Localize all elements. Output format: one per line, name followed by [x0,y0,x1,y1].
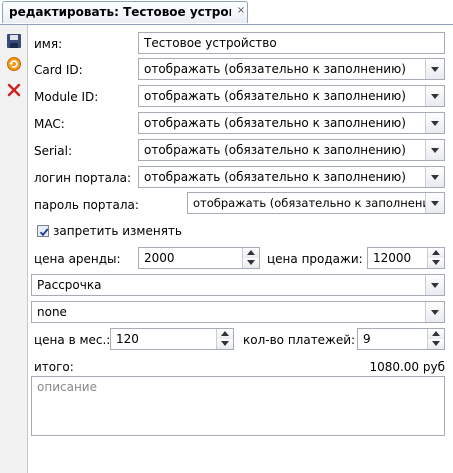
portal-password-label: пароль портала: [34,198,139,212]
chevron-down-icon[interactable] [425,275,444,295]
save-icon[interactable] [6,33,22,49]
chevron-down-icon[interactable] [425,59,444,79]
description-textarea[interactable]: описание [31,376,445,436]
rent-price-value: 2000 [144,251,175,265]
total-value: 1080.00 руб [369,360,445,374]
spin-down-icon[interactable] [242,258,259,268]
device-form: имя: Тестовое устройство Card ID: отобра… [28,25,453,473]
chevron-down-icon[interactable] [425,86,444,106]
chevron-down-icon[interactable] [425,113,444,133]
forbid-edit-label: запретить изменять [53,224,182,238]
monthly-price-label: цена в мес.: [34,333,111,347]
side-toolbar [0,25,28,473]
total-label: итого: [34,360,74,374]
tab-edit-device[interactable]: редактировать: Тестовое устройство × [2,1,248,23]
close-icon[interactable]: × [236,6,246,16]
module-id-select[interactable]: отображать (обязательно к заполнению) [138,85,445,107]
forbid-edit-checkbox[interactable] [37,225,49,237]
spin-down-icon[interactable] [427,339,444,349]
payment-type-value: Рассрочка [37,278,102,292]
rent-price-input[interactable]: 2000 [138,247,260,269]
serial-select[interactable]: отображать (обязательно к заполнению) [138,139,445,161]
monthly-price-input[interactable]: 120 [110,328,234,350]
sale-price-label: цена продажи: [267,252,363,266]
module-id-value: отображать (обязательно к заполнению) [144,89,406,103]
extra-select[interactable]: none [31,301,445,323]
portal-login-value: отображать (обязательно к заполнению) [144,170,406,184]
spin-down-icon[interactable] [427,258,444,268]
serial-label: Serial: [34,144,72,158]
payment-type-select[interactable]: Рассрочка [31,274,445,296]
monthly-price-value: 120 [116,332,139,346]
payments-count-label: кол-во платежей: [243,333,356,347]
name-input[interactable]: Тестовое устройство [138,32,445,54]
card-id-value: отображать (обязательно к заполнению) [144,62,406,76]
portal-login-select[interactable]: отображать (обязательно к заполнению) [138,166,445,188]
refresh-icon[interactable] [6,56,22,72]
extra-value: none [37,305,67,319]
description-placeholder: описание [37,380,97,394]
tab-strip: редактировать: Тестовое устройство × [0,0,453,25]
delete-icon[interactable] [6,82,22,98]
card-id-label: Card ID: [34,63,83,77]
check-icon [39,228,49,237]
name-label: имя: [34,37,63,51]
payments-count-input[interactable]: 9 [357,328,445,350]
chevron-down-icon[interactable] [425,167,444,187]
sale-price-value: 12000 [373,251,412,265]
rent-price-label: цена аренды: [34,252,121,266]
portal-password-select[interactable]: отображать (обязательно к заполнению) [187,192,445,214]
spin-down-icon[interactable] [216,339,233,349]
chevron-down-icon[interactable] [425,140,444,160]
portal-password-value: отображать (обязательно к заполнению) [193,196,444,210]
serial-value: отображать (обязательно к заполнению) [144,143,406,157]
tab-title: редактировать: Тестовое устройство [9,5,231,19]
chevron-down-icon[interactable] [425,302,444,322]
mac-label: MAC: [34,117,65,131]
mac-value: отображать (обязательно к заполнению) [144,116,406,130]
card-id-select[interactable]: отображать (обязательно к заполнению) [138,58,445,80]
sale-price-input[interactable]: 12000 [367,247,445,269]
module-id-label: Module ID: [34,90,99,104]
payments-count-value: 9 [363,332,371,346]
portal-login-label: логин портала: [34,171,131,185]
mac-select[interactable]: отображать (обязательно к заполнению) [138,112,445,134]
chevron-down-icon[interactable] [425,193,444,213]
